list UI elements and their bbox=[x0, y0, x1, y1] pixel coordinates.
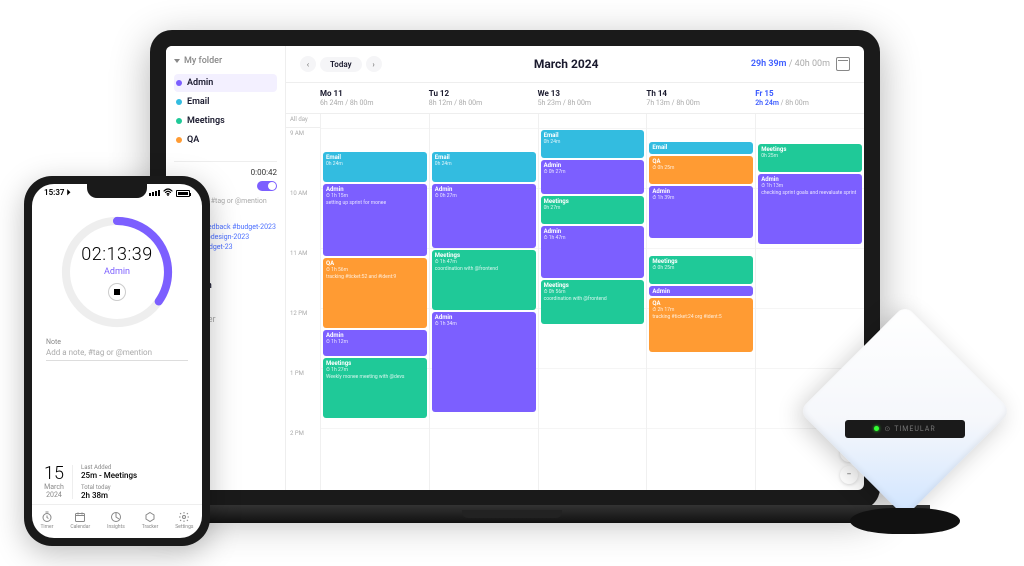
sidebar-item-admin[interactable]: Admin bbox=[174, 74, 277, 92]
chevron-down-icon bbox=[174, 59, 180, 63]
month-title: March 2024 bbox=[534, 57, 599, 71]
tracker-base bbox=[850, 508, 960, 534]
color-dot bbox=[176, 80, 182, 86]
calendar-event[interactable]: Email0h 24m bbox=[541, 130, 645, 158]
folder-label: My folder bbox=[184, 56, 222, 66]
note-label: Note bbox=[46, 338, 188, 346]
calendar-grid: All day 9 AM 10 AM 11 AM 12 PM 1 PM 2 PM… bbox=[286, 114, 864, 490]
tab-bar: Timer Calendar Insights Tracker Settings bbox=[32, 504, 202, 538]
tracker-device: ⊙ TIMEULAR bbox=[810, 336, 1000, 526]
status-icons bbox=[149, 188, 190, 198]
timer-ring: 02:13:39 Admin bbox=[59, 214, 175, 330]
battery-icon bbox=[176, 190, 190, 197]
week-summary: 29h 39m / 40h 00m bbox=[751, 59, 830, 69]
calendar-icon[interactable] bbox=[836, 57, 850, 71]
calendar-event[interactable]: Meetings⏱ 0h 25m bbox=[649, 256, 753, 284]
laptop-screen: My folder Admin Email Meetings QA 0:00:4… bbox=[166, 46, 864, 490]
day-header[interactable]: Fr 15 2h 24m / 8h 00m bbox=[755, 89, 864, 107]
laptop-frame: My folder Admin Email Meetings QA 0:00:4… bbox=[150, 30, 880, 510]
next-week-button[interactable]: › bbox=[366, 56, 382, 72]
folder-header[interactable]: My folder bbox=[174, 56, 277, 66]
date-block: 15 March 2024 bbox=[44, 465, 73, 499]
timer-project: Admin bbox=[104, 267, 130, 277]
laptop-hinge bbox=[462, 510, 562, 518]
calendar-event[interactable]: QA⏱ 1h 56mtracking #ticket:52 and #ident… bbox=[323, 258, 427, 328]
calendar-event[interactable]: QA⏱ 0h 25m bbox=[649, 156, 753, 184]
phone-frame: 15:37 ⏵ 02:13:39 Admin bbox=[24, 176, 210, 546]
calendar-event[interactable]: Admin bbox=[649, 286, 753, 296]
note-input[interactable]: Add a note, #tag or @mention bbox=[46, 348, 188, 361]
project-label: Meetings bbox=[187, 116, 225, 126]
color-dot bbox=[176, 137, 182, 143]
day-column-mo[interactable]: Email0h 24mAdmin⏱ 1h 15msetting up sprin… bbox=[320, 114, 429, 490]
tracker-body bbox=[799, 305, 1011, 517]
calendar-event[interactable]: Meetings⏱ 1h 47mcoordination with @front… bbox=[432, 250, 536, 310]
calendar-event[interactable]: Admin⏱ 1h 12m bbox=[323, 330, 427, 356]
sidebar-item-email[interactable]: Email bbox=[174, 93, 277, 111]
calendar-event[interactable]: Meetings0h 25m bbox=[758, 144, 862, 172]
signal-icon bbox=[149, 190, 160, 196]
calendar-event[interactable]: Meetings⏱ 1h 27mWeekly monee meeting wit… bbox=[323, 358, 427, 418]
calendar-event[interactable]: Admin⏱ 1h 39m bbox=[649, 186, 753, 238]
tracking-toggle[interactable] bbox=[257, 181, 277, 191]
calendar-event[interactable]: Email0h 24m bbox=[323, 152, 427, 182]
tracker-brand: TIMEULAR bbox=[894, 425, 935, 433]
calendar-event[interactable]: Email bbox=[649, 142, 753, 154]
calendar-event[interactable]: Admin⏱ 0h 27m bbox=[432, 184, 536, 248]
phone-notch bbox=[87, 184, 147, 198]
day-columns: Email0h 24mAdmin⏱ 1h 15msetting up sprin… bbox=[320, 114, 864, 490]
timer-value: 02:13:39 bbox=[81, 244, 152, 265]
tab-tracker[interactable]: Tracker bbox=[142, 511, 159, 530]
tab-calendar[interactable]: Calendar bbox=[70, 511, 90, 530]
calendar-event[interactable]: Admin⏱ 0h 27m bbox=[541, 160, 645, 194]
tracking-elapsed: 0:00:42 bbox=[174, 168, 277, 177]
project-label: Email bbox=[187, 97, 209, 107]
tab-insights[interactable]: Insights bbox=[107, 511, 125, 530]
project-label: QA bbox=[187, 135, 199, 145]
prev-week-button[interactable]: ‹ bbox=[300, 56, 316, 72]
calendar-event[interactable]: Admin⏱ 1h 15msetting up sprint for monee bbox=[323, 184, 427, 256]
day-header[interactable]: Tu 12 8h 12m / 8h 00m bbox=[429, 89, 538, 107]
note-section: Note Add a note, #tag or @mention bbox=[32, 338, 202, 361]
time-axis: All day 9 AM 10 AM 11 AM 12 PM 1 PM 2 PM bbox=[286, 114, 320, 490]
day-header[interactable]: Mo 11 6h 24m / 8h 00m bbox=[320, 89, 429, 107]
day-headers: Mo 11 6h 24m / 8h 00m Tu 12 8h 12m / 8h … bbox=[286, 83, 864, 114]
calendar-event[interactable]: Email0h 24m bbox=[432, 152, 536, 182]
stop-button[interactable] bbox=[108, 283, 126, 301]
calendar-main: ‹ Today › March 2024 29h 39m / 40h 00m M… bbox=[286, 46, 864, 490]
tracker-brand-strip: ⊙ TIMEULAR bbox=[845, 420, 965, 438]
sidebar-item-meetings[interactable]: Meetings bbox=[174, 112, 277, 130]
last-added-stat: Last Added 25m - Meetings bbox=[81, 464, 137, 480]
calendar-event[interactable]: Admin⏱ 1h 13mchecking sprint goals and r… bbox=[758, 174, 862, 244]
today-summary: 15 March 2024 Last Added 25m - Meetings … bbox=[44, 464, 190, 500]
calendar-event[interactable]: Admin⏱ 1h 34m bbox=[432, 312, 536, 412]
today-button[interactable]: Today bbox=[320, 57, 362, 72]
wifi-icon bbox=[163, 188, 173, 198]
tab-timer[interactable]: Timer bbox=[40, 511, 53, 530]
day-header[interactable]: We 13 5h 23m / 8h 00m bbox=[538, 89, 647, 107]
day-column-we[interactable]: Email0h 24mAdmin⏱ 0h 27mMeetings0h 27mAd… bbox=[538, 114, 647, 490]
phone-screen: 15:37 ⏵ 02:13:39 Admin bbox=[32, 184, 202, 538]
led-icon bbox=[874, 426, 879, 431]
project-label: Admin bbox=[187, 78, 213, 88]
day-column-tu[interactable]: Email0h 24mAdmin⏱ 0h 27mMeetings⏱ 1h 47m… bbox=[429, 114, 538, 490]
color-dot bbox=[176, 99, 182, 105]
calendar-event[interactable]: Meetings0h 27m bbox=[541, 196, 645, 224]
day-column-th[interactable]: Email QA⏱ 0h 25mAdmin⏱ 1h 39m Meetings⏱ 0h… bbox=[646, 114, 755, 490]
tab-settings[interactable]: Settings bbox=[175, 511, 193, 530]
calendar-topbar: ‹ Today › March 2024 29h 39m / 40h 00m bbox=[286, 46, 864, 83]
calendar-event[interactable]: Meetings⏱ 0h 56mcoordination with @front… bbox=[541, 280, 645, 324]
day-header[interactable]: Th 14 7h 13m / 8h 00m bbox=[646, 89, 755, 107]
calendar-event[interactable]: QA⏱ 2h 17mtracking #ticket:24 org #ident… bbox=[649, 298, 753, 352]
color-dot bbox=[176, 118, 182, 124]
status-time: 15:37 ⏵ bbox=[44, 188, 70, 198]
total-today-stat: Total today 2h 38m bbox=[81, 484, 137, 500]
sidebar-item-qa[interactable]: QA bbox=[174, 131, 277, 149]
calendar-event[interactable]: Admin⏱ 1h 47m bbox=[541, 226, 645, 278]
